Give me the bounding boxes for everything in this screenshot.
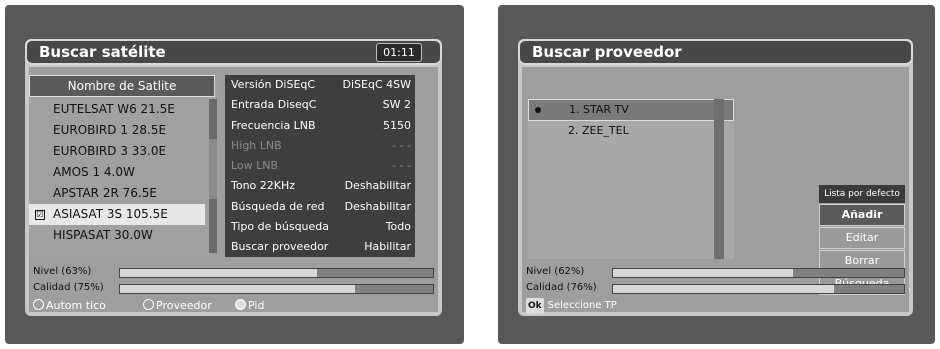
- provider-list: 1. STAR TV 2. ZEE_TEL: [528, 99, 734, 259]
- satellite-list-item[interactable]: EUTELSAT W6 21.5E: [29, 99, 205, 120]
- signal-level-bar: [612, 268, 905, 278]
- satellite-name: EUROBIRD 1 28.5E: [53, 123, 167, 137]
- satellite-name: EUTELSAT W6 21.5E: [53, 102, 175, 116]
- signal-quality-label: Calidad (75%): [33, 282, 104, 293]
- satellite-list-item[interactable]: APSTAR 2R 76.5E: [29, 183, 205, 204]
- signal-level-label: Nivel (62%): [526, 266, 585, 277]
- window-titlebar: Buscar proveedor: [518, 39, 913, 65]
- parameter-label: Entrada DiseqC: [231, 98, 317, 112]
- parameter-row: High LNB - - -: [225, 136, 415, 156]
- parameter-value: Habilitar: [364, 240, 411, 254]
- scrollbar-thumb[interactable]: [209, 139, 217, 199]
- provider-list-item[interactable]: 2. ZEE_TEL: [528, 121, 734, 141]
- legend-auto[interactable]: Autom tico: [33, 298, 106, 314]
- provider-name: 1. STAR TV: [569, 103, 629, 116]
- satellite-list-scrollbar[interactable]: [209, 99, 217, 253]
- satellite-name: AMOS 1 4.0W: [53, 165, 135, 179]
- signal-level-fill: [613, 269, 794, 277]
- signal-quality-fill: [613, 285, 835, 293]
- satellite-name: HISPASAT 30.0W: [53, 228, 153, 242]
- parameter-value: Deshabilitar: [344, 179, 411, 193]
- satellite-list: EUTELSAT W6 21.5E EUROBIRD 1 28.5E EUROBIR…: [29, 99, 205, 246]
- signal-quality-meter: Calidad (76%): [526, 281, 905, 295]
- provider-name: 2. ZEE_TEL: [568, 124, 629, 137]
- parameter-label: Frecuencia LNB: [231, 118, 316, 132]
- legend-provider-label: Proveedor: [156, 299, 212, 312]
- menu-item-button[interactable]: Editar: [819, 227, 905, 249]
- filled-circle-icon: [235, 299, 246, 310]
- legend-pid[interactable]: Pid: [235, 298, 264, 314]
- window-titlebar: Buscar satélite 01:11: [25, 39, 442, 65]
- parameter-value: - - -: [392, 159, 411, 173]
- circle-icon: [33, 299, 44, 310]
- satellite-name: APSTAR 2R 76.5E: [53, 186, 157, 200]
- parameter-label: Tono 22KHz: [231, 179, 296, 193]
- parameter-label: Versión DiSEqC: [231, 78, 316, 91]
- provider-list-item[interactable]: 1. STAR TV: [528, 99, 734, 121]
- legend-provider[interactable]: Proveedor: [143, 298, 212, 314]
- ok-key-icon: Ok: [526, 298, 544, 314]
- color-key-legend: Autom tico Proveedor Pid: [33, 298, 434, 314]
- menu-title: Lista por defecto: [819, 185, 905, 203]
- parameter-label: Búsqueda de red: [231, 199, 325, 213]
- signal-level-meter: Nivel (62%): [526, 265, 905, 279]
- window-title: Buscar proveedor: [532, 43, 682, 61]
- signal-level-meter: Nivel (63%): [33, 265, 434, 279]
- provider-list-scrollbar[interactable]: [714, 99, 724, 259]
- parameter-value: DiSEqC 4SW: [342, 78, 411, 91]
- signal-quality-fill: [120, 285, 355, 293]
- parameter-row[interactable]: Frecuencia LNB 5150: [225, 116, 415, 136]
- selection-dot-icon: [535, 107, 541, 113]
- parameter-label: Low LNB: [231, 159, 279, 173]
- signal-level-bar: [119, 268, 434, 278]
- satellite-list-header: Nombre de Satlite: [29, 75, 215, 97]
- tv-screen-provider-search: Buscar proveedor 1. STAR TV 2. ZEE_TEL Li…: [498, 5, 935, 344]
- parameter-row[interactable]: Tipo de búsqueda Todo: [225, 217, 415, 237]
- signal-quality-bar: [119, 284, 434, 294]
- tv-screen-satellite-search: Buscar satélite 01:11 Nombre de Satlite …: [5, 5, 464, 344]
- osd-window: Buscar proveedor 1. STAR TV 2. ZEE_TEL Li…: [518, 39, 913, 316]
- parameter-value: Todo: [385, 220, 411, 234]
- parameter-row: Low LNB - - -: [225, 156, 415, 176]
- legend-pid-label: Pid: [248, 299, 265, 312]
- parameter-row[interactable]: Versión DiSEqC DiSEqC 4SW: [225, 75, 415, 95]
- parameter-value: Deshabilitar: [344, 199, 411, 213]
- satellite-list-item[interactable]: EUROBIRD 3 33.0E: [29, 141, 205, 162]
- checkbox-icon: ☑: [35, 210, 45, 220]
- legend-auto-label: Autom tico: [46, 299, 106, 312]
- signal-quality-bar: [612, 284, 905, 294]
- parameter-value: - - -: [392, 138, 411, 152]
- satellite-name: EUROBIRD 3 33.0E: [53, 144, 167, 158]
- parameter-row[interactable]: Búsqueda de red Deshabilitar: [225, 197, 415, 217]
- clock-display: 01:11: [376, 43, 422, 62]
- satellite-list-item[interactable]: EUROBIRD 1 28.5E: [29, 120, 205, 141]
- satellite-list-item[interactable]: ☑ ASIASAT 3S 105.5E: [29, 204, 205, 225]
- parameter-row[interactable]: Entrada DiseqC SW 2: [225, 95, 415, 115]
- osd-window: Buscar satélite 01:11 Nombre de Satlite …: [25, 39, 442, 316]
- signal-level-label: Nivel (63%): [33, 266, 92, 277]
- window-title: Buscar satélite: [39, 43, 166, 61]
- signal-quality-label: Calidad (76%): [526, 282, 597, 293]
- key-hint-text: Seleccione TP: [547, 300, 617, 311]
- parameter-value: SW 2: [382, 98, 411, 112]
- satellite-list-item[interactable]: AMOS 1 4.0W: [29, 162, 205, 183]
- parameter-label: Buscar proveedor: [231, 240, 329, 254]
- key-hint: Ok Seleccione TP: [526, 298, 905, 314]
- satellite-parameters-panel: Versión DiSEqC DiSEqC 4SW Entrada DiseqC SW…: [225, 75, 415, 257]
- circle-icon: [143, 299, 154, 310]
- satellite-list-panel: Nombre de Satlite EUTELSAT W6 21.5E EUROB…: [29, 75, 219, 257]
- parameter-row[interactable]: Buscar proveedor Habilitar: [225, 237, 415, 257]
- satellite-name: ASIASAT 3S 105.5E: [53, 207, 168, 221]
- parameter-label: Tipo de búsqueda: [231, 220, 330, 234]
- parameter-row[interactable]: Tono 22KHz Deshabilitar: [225, 176, 415, 196]
- parameter-value: 5150: [383, 118, 411, 132]
- signal-level-fill: [120, 269, 318, 277]
- menu-item-button[interactable]: Añadir: [819, 204, 905, 226]
- parameter-label: High LNB: [231, 138, 282, 152]
- satellite-list-item[interactable]: HISPASAT 30.0W: [29, 225, 205, 246]
- signal-quality-meter: Calidad (75%): [33, 281, 434, 295]
